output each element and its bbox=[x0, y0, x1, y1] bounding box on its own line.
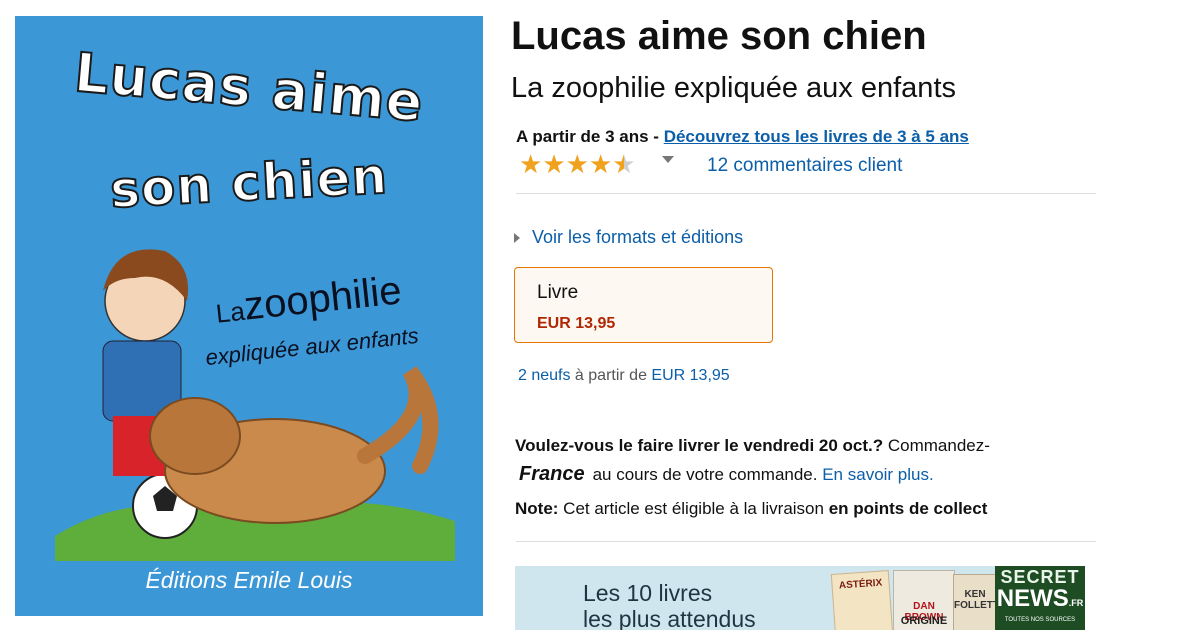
divider bbox=[516, 541, 1096, 542]
ad-banner[interactable]: Les 10 livres les plus attendus ASTÉRIX … bbox=[515, 566, 1085, 630]
note-label: Note: bbox=[515, 499, 559, 518]
book-thumbnail-asterix: ASTÉRIX bbox=[830, 570, 894, 630]
star-icon: ★ bbox=[612, 149, 636, 179]
badge-suffix: .FR bbox=[1068, 598, 1084, 608]
new-offers-link[interactable]: 2 neufs bbox=[518, 367, 570, 384]
delivery-note: Note: Cet article est éligible à la livr… bbox=[515, 499, 1097, 519]
banner-text: Les 10 livres les plus attendus bbox=[583, 580, 756, 630]
offers-middle: à partir de bbox=[570, 367, 652, 384]
delivery-message: Voulez-vous le faire livrer le vendredi … bbox=[515, 432, 1097, 489]
book-thumbnail-follett: KEN FOLLETT bbox=[953, 574, 999, 630]
book-cover-image[interactable]: Lucas aime son chien Lazoophilie expliqu… bbox=[15, 16, 483, 616]
chevron-down-icon[interactable] bbox=[662, 156, 674, 163]
format-price: EUR 13,95 bbox=[537, 315, 616, 332]
banner-line2: les plus attendus bbox=[583, 606, 756, 630]
star-icon: ★ bbox=[565, 149, 589, 179]
delivery-cta: Commandez- bbox=[883, 436, 990, 455]
note-text: Cet article est éligible à la livraison bbox=[558, 499, 829, 518]
product-title: Lucas aime son chien bbox=[511, 14, 927, 58]
learn-more-link[interactable]: En savoir plus. bbox=[822, 465, 934, 484]
book-thumbnail-origine: DAN BROWN ORIGINE bbox=[893, 570, 955, 630]
offers-price-link[interactable]: EUR 13,95 bbox=[651, 367, 729, 384]
star-icon: ★ bbox=[542, 149, 566, 179]
star-rating[interactable]: ★ ★ ★ ★ ★ bbox=[519, 150, 636, 178]
divider bbox=[516, 193, 1096, 194]
book2-title: ORIGINE bbox=[900, 615, 948, 627]
star-icon: ★ bbox=[588, 149, 613, 179]
badge-line3: TOUTES NOS SOURCES bbox=[1004, 617, 1076, 623]
product-subtitle: La zoophilie expliquée aux enfants bbox=[511, 72, 956, 104]
reviews-link[interactable]: 12 commentaires client bbox=[707, 155, 902, 177]
badge-line2: NEWS bbox=[996, 585, 1069, 612]
delivery-tail: au cours de votre commande. bbox=[592, 465, 823, 484]
dog-head bbox=[149, 397, 241, 475]
cover-subtitle-la: La bbox=[214, 295, 247, 329]
secret-news-logo: SECRET NEWS.FR TOUTES NOS SOURCES bbox=[995, 566, 1085, 630]
star-icon: ★ bbox=[519, 149, 543, 179]
formats-link[interactable]: Voir les formats et éditions bbox=[514, 227, 743, 248]
offers-line: 2 neufs à partir de EUR 13,95 bbox=[518, 367, 730, 385]
banner-line1: Les 10 livres bbox=[583, 580, 713, 606]
book3-label: KEN FOLLETT bbox=[954, 589, 999, 611]
delivery-question: Voulez-vous le faire livrer le vendredi … bbox=[515, 436, 884, 455]
age-range: A partir de 3 ans - Découvrez tous les l… bbox=[516, 127, 969, 147]
delivery-country: France bbox=[519, 463, 585, 485]
book1-label: ASTÉRIX bbox=[838, 577, 883, 592]
caret-right-icon bbox=[514, 233, 520, 244]
dog-tail bbox=[357, 366, 439, 474]
format-option-selected[interactable]: Livre EUR 13,95 bbox=[514, 267, 773, 343]
note-bold: en points de collect bbox=[828, 499, 988, 518]
formats-link-label: Voir les formats et éditions bbox=[532, 227, 744, 247]
age-books-link[interactable]: Découvrez tous les livres de 3 à 5 ans bbox=[664, 127, 969, 146]
cover-publisher: Éditions Emile Louis bbox=[145, 567, 353, 593]
format-name: Livre bbox=[537, 282, 579, 303]
age-prefix: A partir de 3 ans - bbox=[516, 127, 664, 146]
